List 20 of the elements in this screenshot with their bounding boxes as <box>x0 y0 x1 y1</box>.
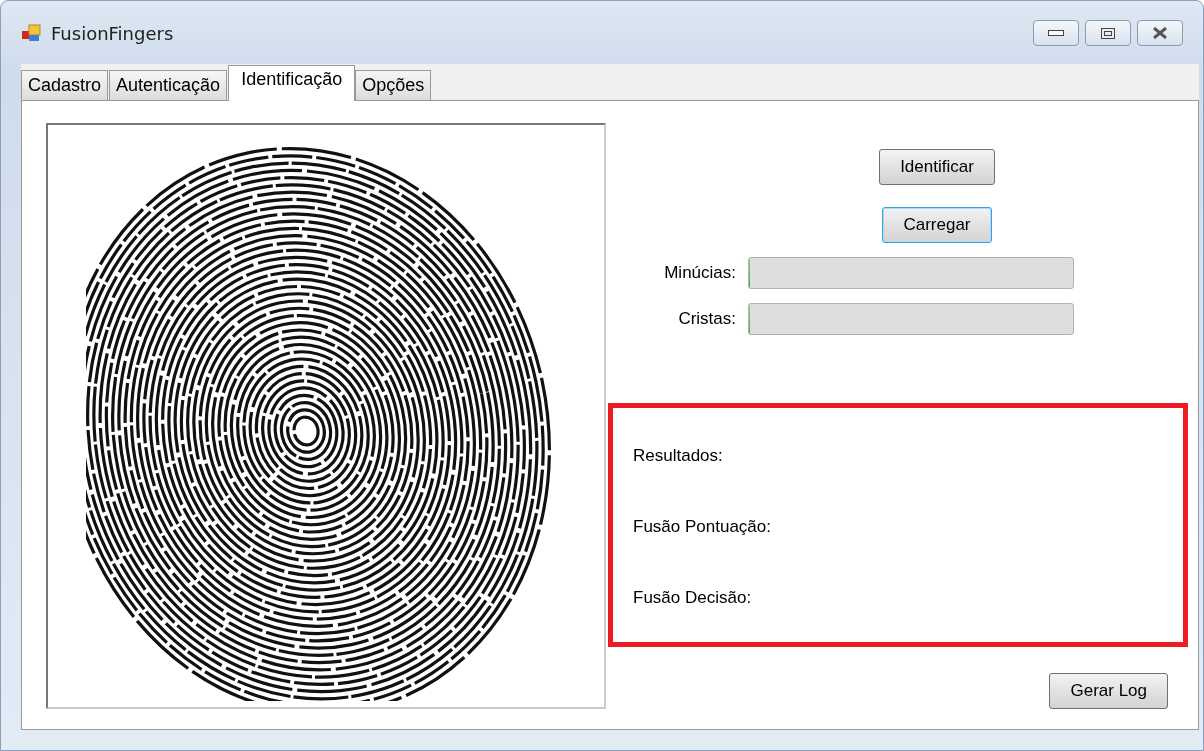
action-button[interactable]: Carregar <box>882 207 992 243</box>
restore-icon <box>1101 27 1115 39</box>
result-label: Fusão Pontuação: <box>633 517 772 537</box>
window-title: FusionFingers <box>51 22 174 44</box>
meter-label: Minúcias: <box>663 263 736 283</box>
close-button[interactable] <box>1137 20 1183 47</box>
log-button[interactable]: Gerar Log <box>1049 673 1168 709</box>
result-label: Fusão Decisão: <box>633 588 753 609</box>
minimize-icon <box>1048 30 1064 37</box>
close-icon <box>1152 27 1168 40</box>
minimize-button[interactable] <box>1033 20 1079 47</box>
result-label: Resultados: <box>633 445 724 466</box>
tab[interactable]: Opções <box>355 70 432 101</box>
tab[interactable]: Identificação <box>228 65 356 101</box>
tab[interactable]: Cadastro <box>21 70 109 101</box>
tab[interactable]: Autenticação <box>109 70 228 101</box>
meter-label: Cristas: <box>677 309 736 329</box>
maximize-button[interactable] <box>1085 20 1131 47</box>
app-icon <box>21 23 41 44</box>
action-button[interactable]: Identificar <box>879 149 995 185</box>
